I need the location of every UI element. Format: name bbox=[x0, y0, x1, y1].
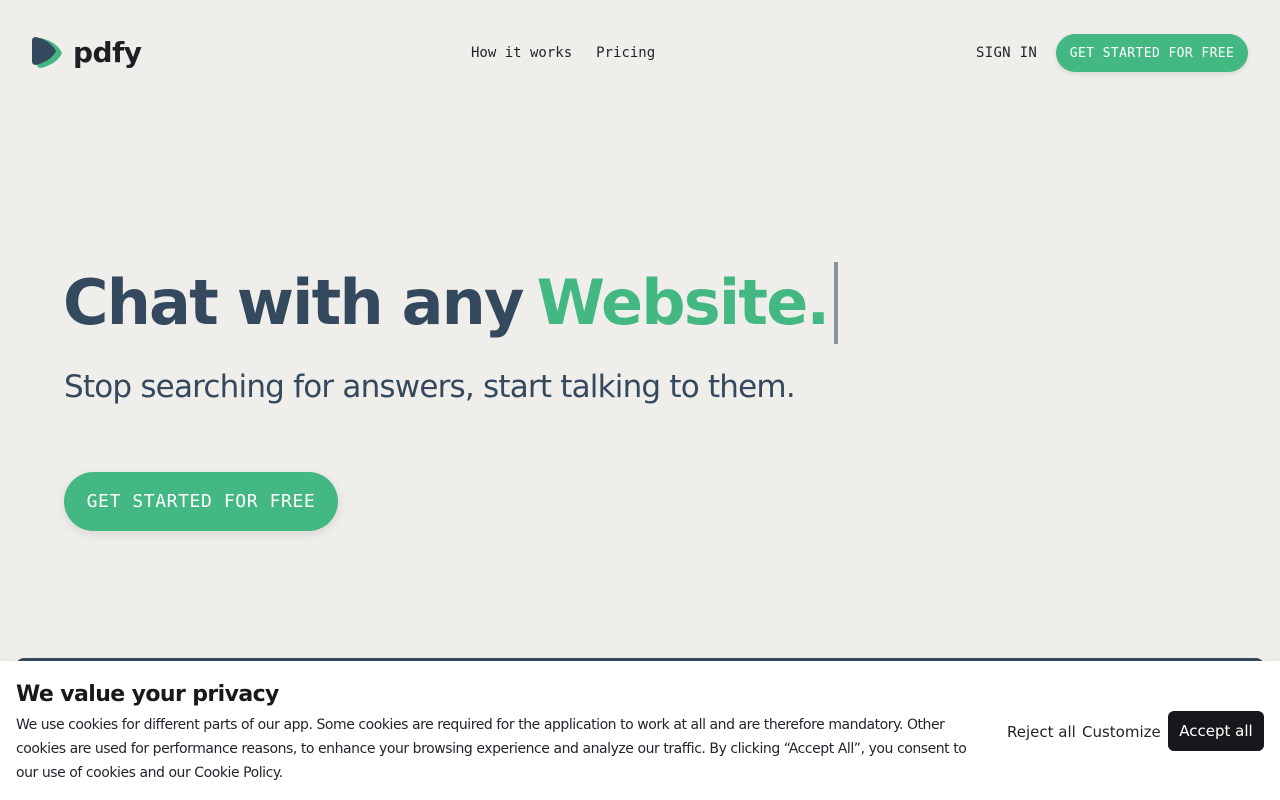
cookie-text: We use cookies for different parts of ou… bbox=[16, 717, 967, 781]
cookie-banner: We value your privacy We use cookies for… bbox=[0, 661, 1280, 800]
hero-title-accent: Website. bbox=[536, 266, 830, 339]
site-header: pdfy How it works Pricing SIGN IN GET ST… bbox=[0, 0, 1280, 106]
hero-get-started-button[interactable]: GET STARTED FOR FREE bbox=[64, 472, 338, 531]
logo-text: pdfy bbox=[73, 36, 142, 69]
hero-title: Chat with any Website. bbox=[63, 262, 839, 344]
header-get-started-button[interactable]: GET STARTED FOR FREE bbox=[1056, 34, 1248, 72]
typing-caret bbox=[834, 262, 839, 344]
customize-button[interactable]: Customize bbox=[1082, 722, 1161, 742]
nav-link-how-it-works[interactable]: How it works bbox=[471, 43, 572, 63]
hero-title-prefix: Chat with any bbox=[63, 266, 524, 339]
accept-all-button[interactable]: Accept all bbox=[1168, 711, 1264, 751]
reject-all-button[interactable]: Reject all bbox=[1007, 722, 1076, 742]
cookie-title: We value your privacy bbox=[16, 682, 279, 707]
main-nav: How it works Pricing bbox=[471, 43, 655, 63]
logo[interactable]: pdfy bbox=[31, 36, 142, 70]
nav-link-pricing[interactable]: Pricing bbox=[596, 43, 655, 63]
sign-in-link[interactable]: SIGN IN bbox=[976, 43, 1037, 63]
hero-subtitle: Stop searching for answers, start talkin… bbox=[64, 369, 796, 405]
logo-icon bbox=[32, 37, 62, 68]
